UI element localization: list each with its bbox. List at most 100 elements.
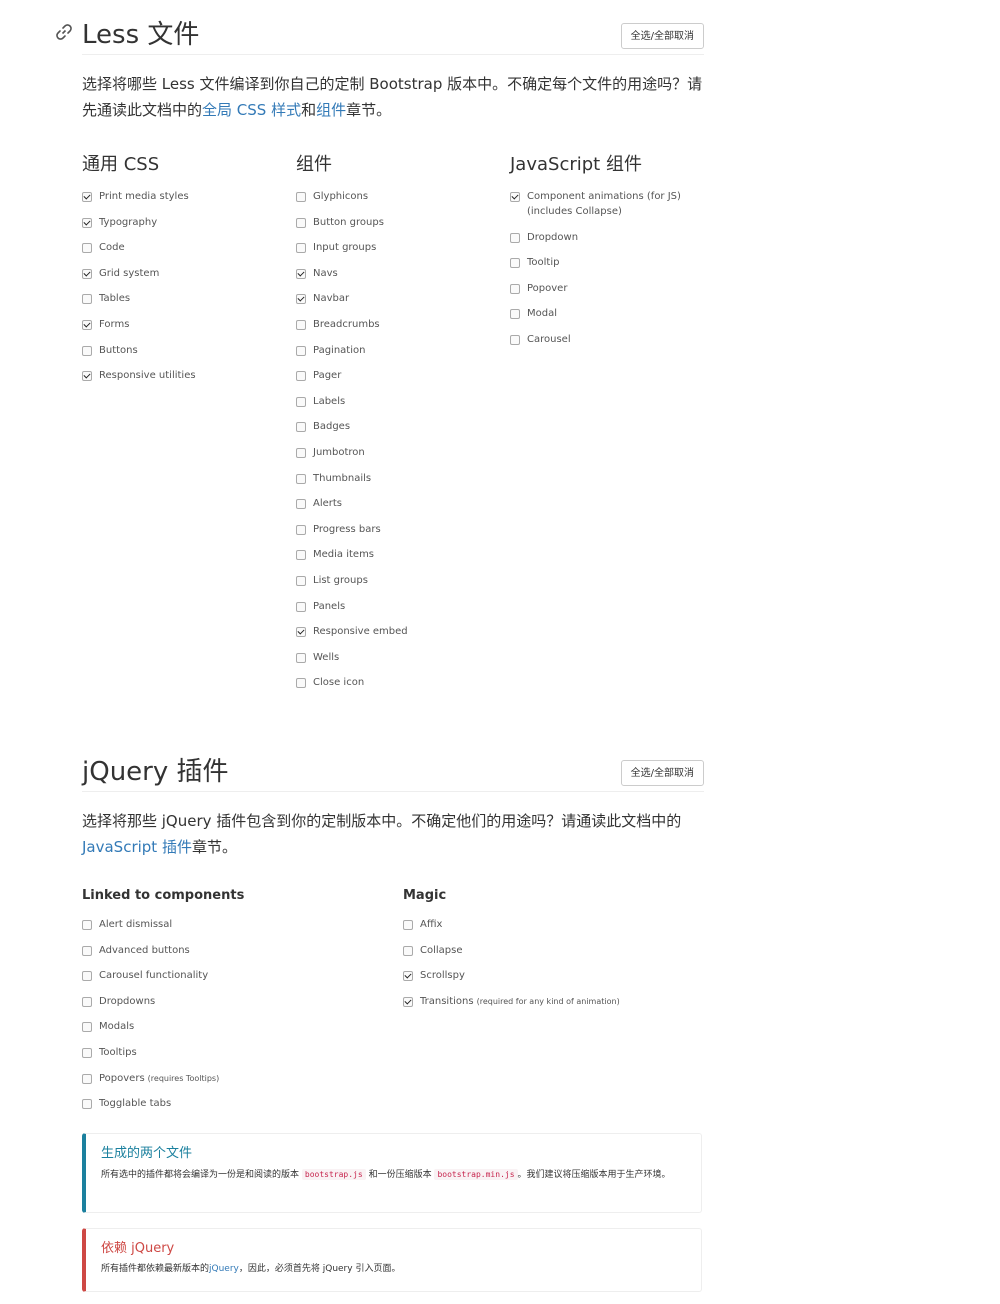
checkbox[interactable]: [82, 345, 92, 356]
checkbox-item-modal[interactable]: Modal: [510, 306, 557, 321]
checkbox-item-togglable-tabs[interactable]: Togglable tabs: [82, 1096, 171, 1111]
checkbox-item-close-icon[interactable]: Close icon: [296, 675, 364, 690]
checkbox[interactable]: [82, 996, 92, 1007]
callout-danger-text: 所有插件都依赖最新版本的jQuery，因此，必须首先将 jQuery 引入页面。: [101, 1261, 701, 1278]
checkbox-item-scrollspy[interactable]: Scrollspy: [403, 968, 465, 983]
components-link[interactable]: 组件: [316, 101, 346, 119]
checkbox-item-advanced-buttons[interactable]: Advanced buttons: [82, 943, 190, 958]
checkbox-item-carousel[interactable]: Carousel: [510, 332, 571, 347]
checkbox[interactable]: [510, 335, 520, 345]
checkbox[interactable]: [296, 243, 306, 254]
checkbox[interactable]: [82, 1048, 92, 1058]
checkbox-item-input-groups[interactable]: Input groups: [296, 240, 376, 255]
checkbox[interactable]: [403, 971, 413, 982]
checkbox-item-navbar[interactable]: Navbar: [296, 291, 349, 306]
checkbox-item-badges[interactable]: Badges: [296, 419, 350, 434]
link-icon[interactable]: [54, 22, 74, 42]
checkbox[interactable]: [510, 258, 520, 269]
checkbox-item-buttons[interactable]: Buttons: [82, 343, 138, 358]
checkbox[interactable]: [403, 920, 413, 930]
checkbox-item-affix[interactable]: Affix: [403, 917, 442, 932]
checkbox[interactable]: [82, 192, 92, 202]
checkbox-item-media-items[interactable]: Media items: [296, 547, 374, 562]
checkbox-item-dropdown[interactable]: Dropdown: [510, 230, 578, 245]
checkbox[interactable]: [296, 627, 306, 638]
checkbox[interactable]: [82, 920, 92, 930]
checkbox[interactable]: [296, 576, 306, 586]
checkbox-item-collapse[interactable]: Collapse: [403, 943, 463, 958]
checkbox[interactable]: [296, 371, 306, 382]
checkbox-item-pager[interactable]: Pager: [296, 368, 341, 383]
jquery-toggle-all-button[interactable]: 全选/全部取消: [620, 760, 704, 786]
checkbox-item-panels[interactable]: Panels: [296, 599, 345, 614]
checkbox-item-pagination[interactable]: Pagination: [296, 343, 365, 358]
checkbox[interactable]: [82, 971, 92, 982]
checkbox-item-popover[interactable]: Popover: [510, 281, 567, 296]
checkbox[interactable]: [296, 396, 306, 407]
checkbox-item-breadcrumbs[interactable]: Breadcrumbs: [296, 317, 380, 332]
checkbox[interactable]: [82, 243, 92, 254]
javascript-plugins-link[interactable]: JavaScript 插件: [82, 838, 192, 856]
checkbox-item-navs[interactable]: Navs: [296, 266, 338, 281]
checkbox[interactable]: [296, 192, 306, 202]
checkbox[interactable]: [296, 320, 306, 330]
checkbox-item-modals[interactable]: Modals: [82, 1019, 134, 1034]
checkbox[interactable]: [82, 217, 92, 228]
checkbox[interactable]: [82, 945, 92, 956]
checkbox-item-responsive-utilities[interactable]: Responsive utilities: [82, 368, 196, 383]
global-css-link[interactable]: 全局 CSS 样式: [202, 101, 301, 119]
checkbox[interactable]: [510, 232, 520, 243]
checkbox-item-code[interactable]: Code: [82, 240, 125, 255]
checkbox[interactable]: [82, 268, 92, 279]
checkbox-item-grid-system[interactable]: Grid system: [82, 266, 159, 281]
checkbox[interactable]: [510, 283, 520, 294]
checkbox[interactable]: [82, 1099, 92, 1110]
checkbox[interactable]: [82, 1022, 92, 1033]
checkbox-item-thumbnails[interactable]: Thumbnails: [296, 471, 371, 486]
checkbox[interactable]: [296, 678, 306, 689]
checkbox[interactable]: [296, 294, 306, 305]
checkbox[interactable]: [296, 652, 306, 663]
checkbox[interactable]: [296, 448, 306, 458]
checkbox-item-wells[interactable]: Wells: [296, 650, 339, 665]
checkbox-item-tooltip[interactable]: Tooltip: [510, 255, 559, 270]
checkbox[interactable]: [296, 345, 306, 356]
checkbox-item-tooltips[interactable]: Tooltips: [82, 1045, 137, 1060]
checkbox-item-forms[interactable]: Forms: [82, 317, 129, 332]
checkbox-item-dropdowns[interactable]: Dropdowns: [82, 994, 155, 1009]
checkbox[interactable]: [296, 422, 306, 433]
checkbox[interactable]: [296, 524, 306, 535]
checkbox-item-button-groups[interactable]: Button groups: [296, 215, 384, 230]
checkbox[interactable]: [296, 499, 306, 510]
checkbox[interactable]: [82, 1073, 92, 1084]
checkbox[interactable]: [510, 309, 520, 320]
checkbox[interactable]: [403, 945, 413, 956]
checkbox[interactable]: [296, 550, 306, 561]
checkbox-item-print-media-styles[interactable]: Print media styles: [82, 189, 189, 204]
checkbox[interactable]: [510, 192, 520, 202]
checkbox-item-popovers[interactable]: Popovers (requires Tooltips): [82, 1071, 219, 1086]
checkbox[interactable]: [296, 217, 306, 228]
checkbox[interactable]: [82, 294, 92, 305]
checkbox-item-responsive-embed[interactable]: Responsive embed: [296, 624, 408, 639]
checkbox-item-alerts[interactable]: Alerts: [296, 496, 342, 511]
checkbox-item-jumbotron[interactable]: Jumbotron: [296, 445, 365, 460]
checkbox[interactable]: [296, 601, 306, 612]
checkbox-item-component-animations-for-js[interactable]: Component animations (for JS) (includes C…: [510, 189, 681, 219]
checkbox[interactable]: [82, 371, 92, 382]
checkbox[interactable]: [403, 996, 413, 1007]
checkbox-item-glyphicons[interactable]: Glyphicons: [296, 189, 368, 204]
checkbox-item-alert-dismissal[interactable]: Alert dismissal: [82, 917, 172, 932]
checkbox-item-progress-bars[interactable]: Progress bars: [296, 522, 381, 537]
jquery-link[interactable]: jQuery: [209, 1264, 239, 1274]
checkbox-item-carousel-functionality[interactable]: Carousel functionality: [82, 968, 208, 983]
checkbox-item-list-groups[interactable]: List groups: [296, 573, 368, 588]
checkbox[interactable]: [296, 473, 306, 484]
checkbox-item-tables[interactable]: Tables: [82, 291, 130, 306]
checkbox[interactable]: [82, 320, 92, 330]
checkbox[interactable]: [296, 268, 306, 279]
less-toggle-all-button[interactable]: 全选/全部取消: [620, 23, 704, 49]
checkbox-item-typography[interactable]: Typography: [82, 215, 157, 230]
checkbox-item-labels[interactable]: Labels: [296, 394, 345, 409]
checkbox-item-transitions[interactable]: Transitions (required for any kind of ani…: [403, 994, 620, 1009]
